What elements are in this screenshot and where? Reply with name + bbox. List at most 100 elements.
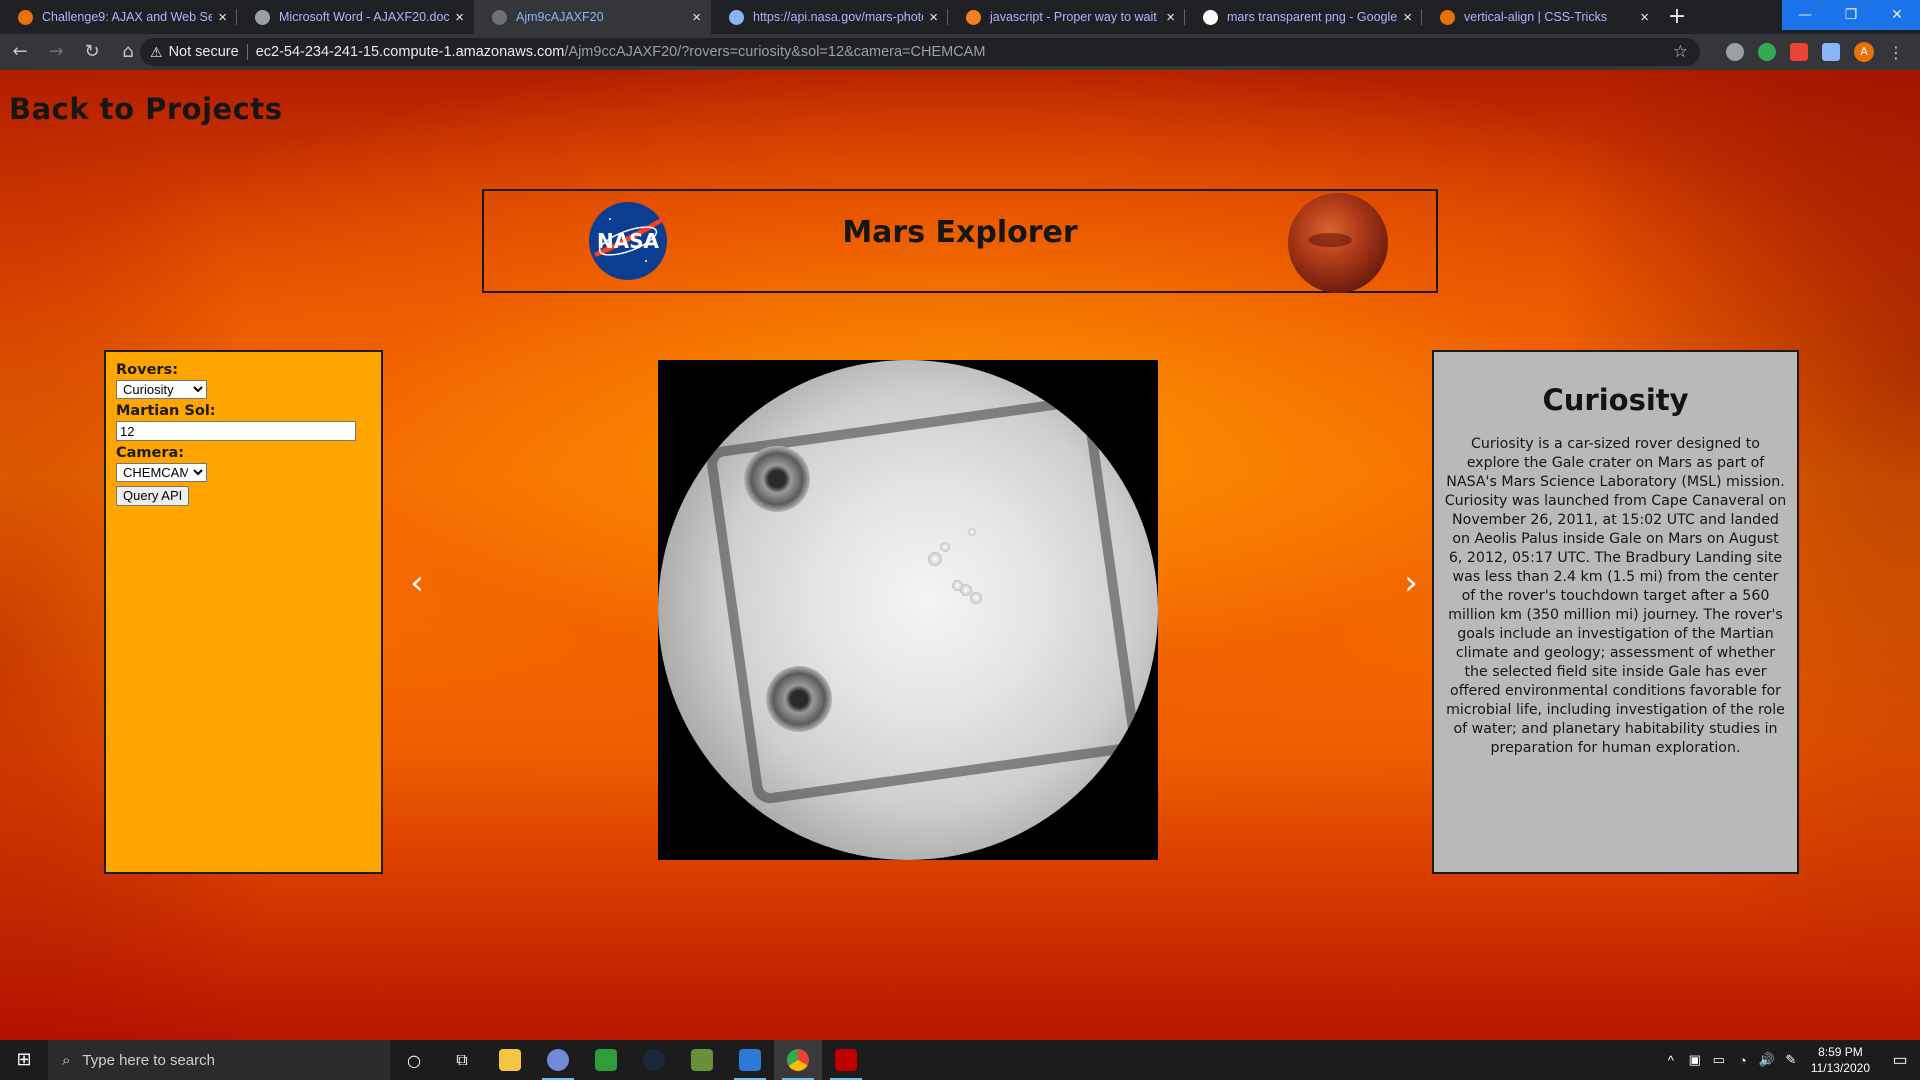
tab-favicon-icon	[729, 9, 744, 25]
tab-title: Microsoft Word - AJAXF20.docx	[279, 10, 450, 24]
rover-photo	[658, 360, 1158, 860]
tab-favicon-icon	[1203, 9, 1218, 25]
browser-tab-3-active[interactable]: Ajm9cAJAXF20 ×	[474, 0, 711, 34]
reload-icon[interactable]: ↻	[76, 36, 108, 68]
query-api-button[interactable]: Query API	[116, 485, 190, 506]
extension-block-icon[interactable]	[1726, 43, 1744, 61]
browser-tab-4[interactable]: https://api.nasa.gov/mars-photo ×	[711, 0, 948, 34]
tab-title: Ajm9cAJAXF20	[516, 10, 604, 24]
tab-favicon-icon	[18, 9, 33, 25]
site-header: NASA Mars Explorer	[482, 189, 1438, 293]
task-view-icon[interactable]: ⧉	[438, 1040, 486, 1080]
address-bar[interactable]: ⚠ Not secure ec2-54-234-241-15.compute-1…	[140, 38, 1700, 66]
camera-label: Camera:	[116, 445, 185, 461]
rover-description: Curiosity is a car-sized rover designed …	[1444, 436, 1787, 756]
profile-avatar[interactable]: A	[1854, 42, 1874, 62]
volume-icon[interactable]: 🔊	[1755, 1052, 1779, 1068]
back-arrow-icon[interactable]: ←	[4, 36, 36, 68]
tab-close-icon[interactable]: ×	[1403, 9, 1412, 26]
tab-favicon-icon	[1440, 9, 1455, 25]
url-host: ec2-54-234-241-15.compute-1.amazonaws.co…	[255, 44, 565, 60]
tab-title: Challenge9: AJAX and Web Servi	[42, 10, 213, 24]
url-path: /Ajm9ccAJAXF20/?rovers=curiosity&sol=12&…	[564, 44, 986, 60]
sol-input[interactable]	[116, 421, 356, 441]
tab-close-icon[interactable]: ×	[218, 9, 227, 26]
network-icon[interactable]: ◔	[1731, 1053, 1755, 1068]
discord-icon[interactable]	[534, 1040, 582, 1080]
search-icon: ⌕	[62, 1051, 71, 1069]
previous-photo-chevron-icon[interactable]: ‹	[402, 566, 432, 600]
app-green-icon[interactable]	[582, 1040, 630, 1080]
photo-speck	[970, 592, 982, 604]
windows-start-icon[interactable]: ⊞	[0, 1040, 48, 1080]
intellij-icon[interactable]	[726, 1040, 774, 1080]
file-explorer-icon[interactable]	[486, 1040, 534, 1080]
photo-speck	[952, 580, 963, 591]
next-photo-chevron-icon[interactable]: ›	[1396, 566, 1426, 600]
tab-close-icon[interactable]: ×	[1640, 9, 1649, 26]
back-to-projects-link[interactable]: Back to Projects	[9, 92, 283, 126]
tray-chevron-icon[interactable]: ^	[1659, 1053, 1683, 1068]
tab-close-icon[interactable]: ×	[929, 9, 938, 26]
browser-tab-bar: Challenge9: AJAX and Web Servi × Microso…	[0, 0, 1920, 34]
rover-info-panel: Curiosity Curiosity is a car-sized rover…	[1432, 350, 1799, 874]
browser-tab-6[interactable]: mars transparent png - Google S ×	[1185, 0, 1422, 34]
filezilla-icon[interactable]	[822, 1040, 870, 1080]
extension-icons: A ⋮	[1726, 42, 1904, 62]
tab-favicon-icon	[492, 9, 507, 25]
warning-icon[interactable]: ⚠	[150, 44, 163, 61]
photo-bolt-shape	[744, 446, 810, 512]
address-divider	[246, 44, 248, 60]
taskbar-search-box[interactable]: ⌕ Type here to search	[48, 1040, 390, 1080]
tab-title: vertical-align | CSS-Tricks	[1464, 10, 1608, 24]
battery-icon[interactable]: ▭	[1707, 1052, 1731, 1068]
tab-close-icon[interactable]: ×	[455, 9, 464, 26]
extension-pocket-icon[interactable]	[1790, 43, 1808, 61]
security-label[interactable]: Not secure	[169, 44, 239, 60]
tab-favicon-icon	[966, 9, 981, 25]
close-window-button[interactable]: ✕	[1874, 0, 1920, 30]
new-tab-button[interactable]: +	[1659, 0, 1695, 34]
browser-tab-2[interactable]: Microsoft Word - AJAXF20.docx ×	[237, 0, 474, 34]
query-form-panel: Rovers: Curiosity Martian Sol: Camera: C…	[104, 350, 383, 874]
rover-select[interactable]: Curiosity	[116, 380, 207, 399]
restore-button[interactable]: ❐	[1828, 0, 1874, 30]
chrome-icon[interactable]	[774, 1040, 822, 1080]
forward-arrow-icon[interactable]: →	[40, 36, 72, 68]
window-controls: — ❐ ✕	[1782, 0, 1920, 30]
clock-time: 8:59 PM	[1818, 1045, 1863, 1059]
martian-sol-label: Martian Sol:	[116, 403, 216, 419]
photo-speck	[968, 528, 976, 536]
page-viewport: Back to Projects NASA Mars Explorer Rove…	[0, 70, 1920, 1040]
tray-app-icon[interactable]: ▣	[1683, 1052, 1707, 1068]
system-clock[interactable]: 8:59 PM 11/13/2020	[1811, 1044, 1870, 1076]
bookmark-star-icon[interactable]: ☆	[1673, 42, 1688, 62]
extensions-puzzle-icon[interactable]	[1822, 43, 1840, 61]
mars-planet-icon	[1288, 193, 1388, 293]
tab-close-icon[interactable]: ×	[692, 9, 701, 26]
browser-tab-5[interactable]: javascript - Proper way to wait fo ×	[948, 0, 1185, 34]
browser-toolbar: ← → ↻ ⌂ ⚠ Not secure ec2-54-234-241-15.c…	[0, 34, 1920, 70]
tab-close-icon[interactable]: ×	[1166, 9, 1175, 26]
extension-shield-icon[interactable]	[1758, 43, 1776, 61]
tab-title: https://api.nasa.gov/mars-photo	[753, 10, 924, 24]
browser-tab-1[interactable]: Challenge9: AJAX and Web Servi ×	[0, 0, 237, 34]
camera-select[interactable]: CHEMCAM	[116, 463, 207, 482]
clock-date: 11/13/2020	[1810, 1061, 1870, 1075]
search-placeholder: Type here to search	[82, 1051, 215, 1069]
minimize-button[interactable]: —	[1782, 0, 1828, 30]
cortana-icon[interactable]: ○	[390, 1040, 438, 1080]
pen-icon[interactable]: ✎	[1779, 1052, 1803, 1068]
tab-favicon-icon	[255, 9, 270, 25]
notification-center-icon[interactable]: ▭	[1880, 1050, 1920, 1070]
tab-title: mars transparent png - Google S	[1227, 10, 1398, 24]
browser-tab-7[interactable]: vertical-align | CSS-Tricks ×	[1422, 0, 1659, 34]
steam-icon[interactable]	[630, 1040, 678, 1080]
system-tray: ^ ▣ ▭ ◔ 🔊 ✎ 8:59 PM 11/13/2020 ▭	[1659, 1040, 1920, 1080]
chemcam-image	[658, 360, 1158, 860]
minecraft-icon[interactable]	[678, 1040, 726, 1080]
photo-bolt-shape	[766, 666, 832, 732]
menu-kebab-icon[interactable]: ⋮	[1888, 43, 1904, 62]
photo-speck	[940, 542, 950, 552]
tab-title: javascript - Proper way to wait fo	[990, 10, 1161, 24]
